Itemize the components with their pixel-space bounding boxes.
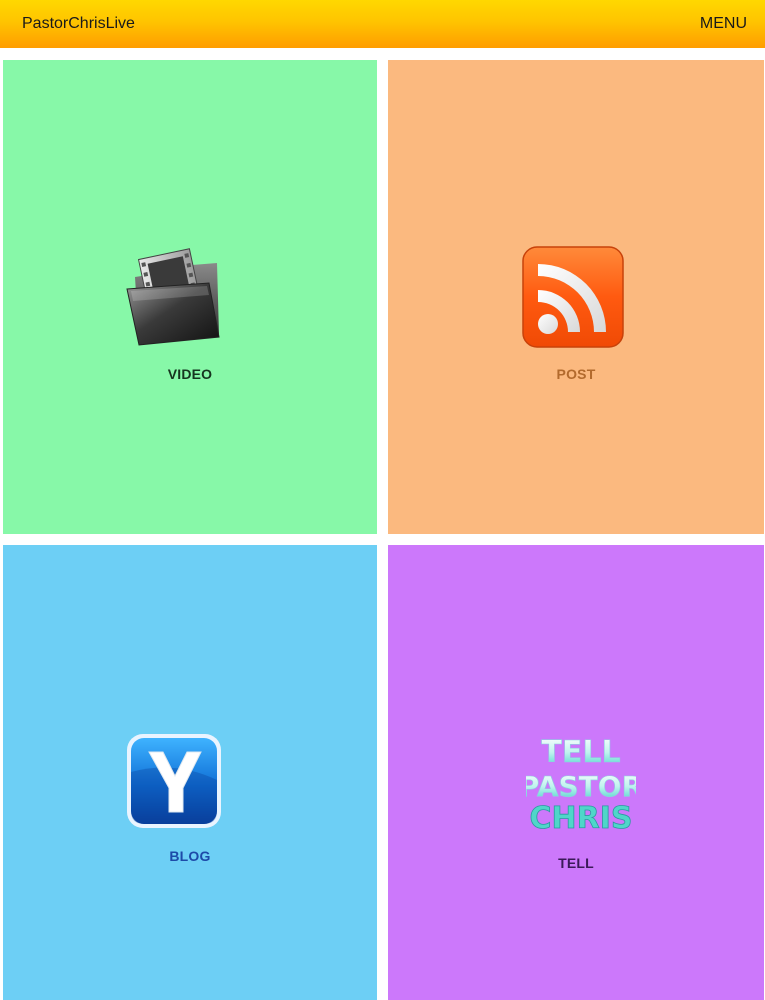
rss-feed-icon	[522, 246, 624, 348]
app-screen: PastorChrisLive MENU VIDEO POST BLOG TEL…	[0, 0, 765, 1000]
tile-tell-label: TELL	[558, 855, 594, 871]
top-bar: PastorChrisLive MENU	[0, 0, 765, 48]
logo-word-1: TELL	[541, 735, 620, 770]
tell-pastor-chris-logo: TELL PASTOR CHRIS	[526, 730, 636, 840]
menu-button[interactable]: MENU	[700, 15, 747, 33]
tile-blog[interactable]: BLOG	[3, 545, 377, 1000]
tile-post-label: POST	[556, 366, 596, 382]
tile-post[interactable]: POST	[388, 60, 764, 534]
tile-blog-label: BLOG	[169, 848, 211, 864]
tile-tell[interactable]: TELL PASTOR CHRIS TELL	[388, 545, 764, 1000]
app-title: PastorChrisLive	[22, 15, 135, 32]
logo-word-2: PASTOR	[526, 770, 636, 803]
blog-y-icon	[125, 732, 223, 830]
tile-video[interactable]: VIDEO	[3, 60, 377, 534]
logo-word-3: CHRIS	[530, 801, 633, 836]
film-folder-icon	[121, 247, 223, 349]
tile-video-label: VIDEO	[167, 366, 213, 382]
